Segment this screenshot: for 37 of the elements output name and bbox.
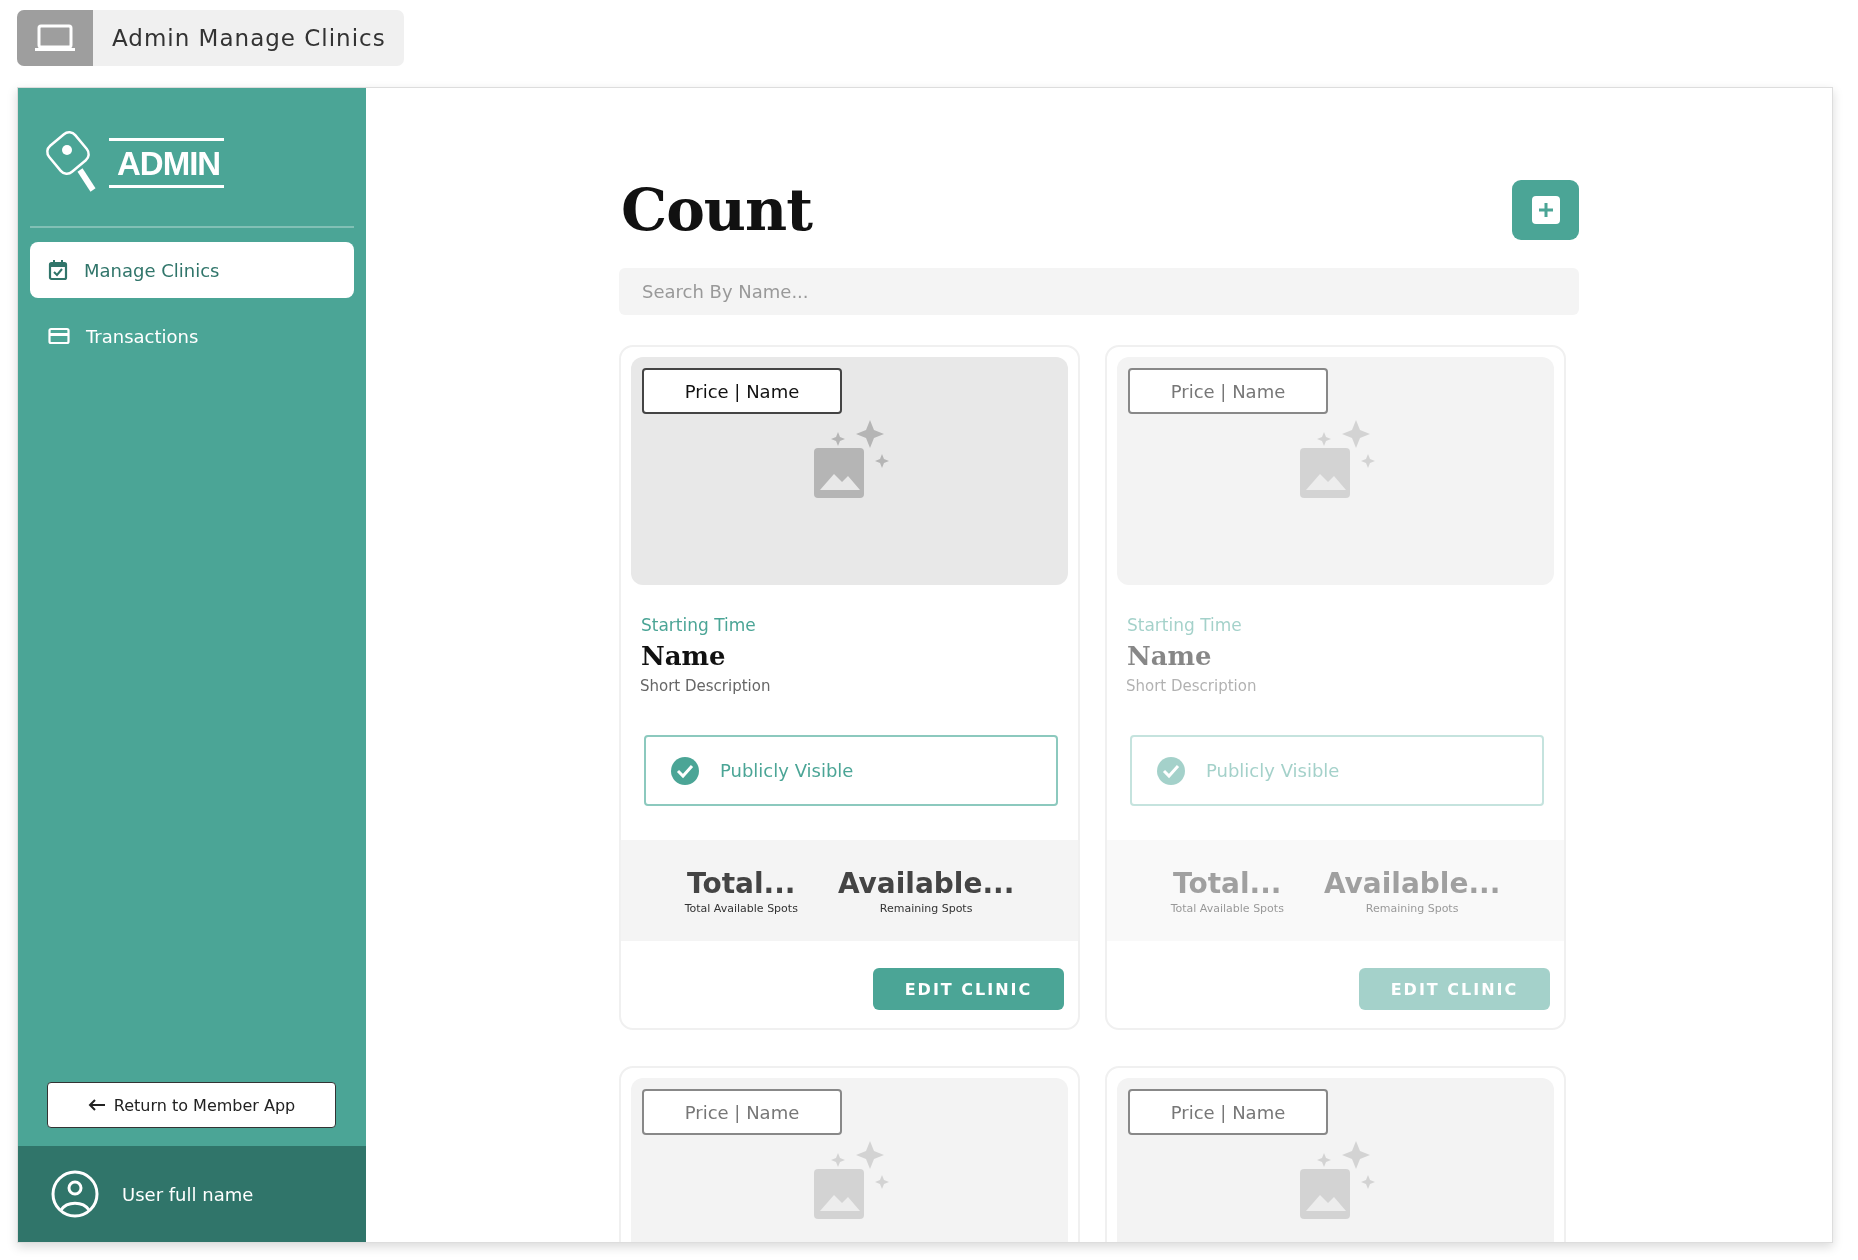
add-button[interactable] xyxy=(1512,180,1579,240)
clinic-name: Name xyxy=(641,641,727,671)
price-tag: Price | Name xyxy=(1128,1089,1328,1135)
stat-label: Total Available Spots xyxy=(1170,901,1284,915)
sidebar-item[interactable]: Transactions xyxy=(30,308,354,364)
credit-card-icon xyxy=(48,327,70,345)
user-avatar-icon xyxy=(50,1169,100,1219)
page-heading: Count xyxy=(621,176,812,244)
plus-icon xyxy=(1531,196,1560,224)
clinic-name: Name xyxy=(1127,641,1213,671)
stat-label: Total Available Spots xyxy=(684,901,798,915)
edit-clinic-button[interactable]: EDIT CLINIC xyxy=(873,968,1064,1010)
starting-time: Starting Time xyxy=(641,615,757,635)
stat-value: Total... xyxy=(1173,866,1282,900)
stat-value: Total... xyxy=(687,866,796,900)
visibility-toggle[interactable]: Publicly Visible xyxy=(644,735,1058,806)
starting-time: Starting Time xyxy=(1127,615,1243,635)
stat-value: Available... xyxy=(1323,866,1501,900)
clinic-description: Short Description xyxy=(1126,677,1258,695)
calendar-icon xyxy=(48,259,68,281)
laptop-icon xyxy=(17,10,93,66)
arrow-left-icon xyxy=(87,1099,106,1111)
price-tag: Price | Name xyxy=(642,368,842,414)
stat-label: Remaining Spots xyxy=(1365,901,1459,915)
return-button[interactable]: Return to Member App xyxy=(47,1082,336,1128)
clinic-description: Short Description xyxy=(640,677,772,695)
page-title: Admin Manage Clinics xyxy=(111,24,387,53)
logo-text: ADMIN xyxy=(109,138,225,188)
sidebar-item[interactable]: Manage Clinics xyxy=(30,242,354,298)
search-field[interactable]: Search By Name... xyxy=(619,268,1579,315)
stat-value: Available... xyxy=(837,866,1015,900)
price-tag: Price | Name xyxy=(642,1089,842,1135)
price-tag: Price | Name xyxy=(1128,368,1328,414)
user-name: User full name xyxy=(122,1183,254,1205)
check-circle-icon xyxy=(670,755,700,786)
stat-label: Remaining Spots xyxy=(879,901,973,915)
check-circle-icon xyxy=(1156,755,1186,786)
